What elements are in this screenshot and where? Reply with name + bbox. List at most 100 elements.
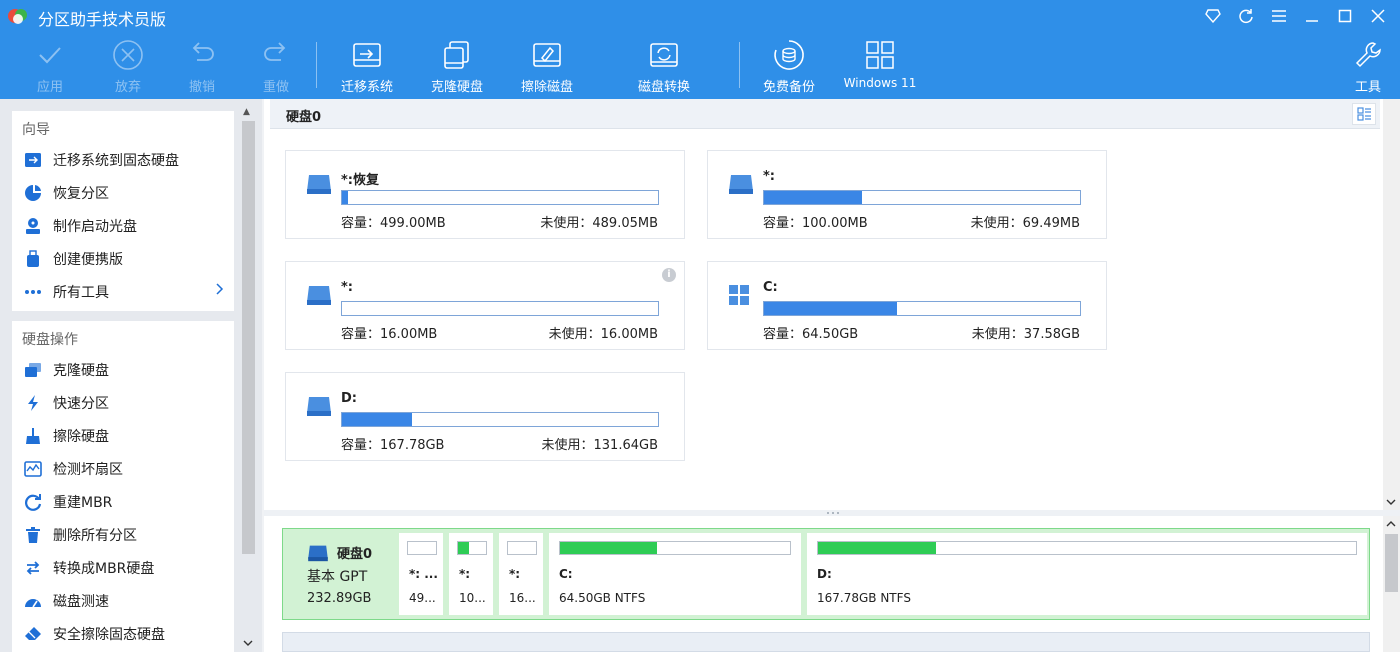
app-logo-icon [8,9,27,24]
sidebar-item-clone-disk[interactable]: 克隆硬盘 [12,353,234,386]
drive-icon [729,175,753,194]
scroll-up-arrow[interactable] [1386,520,1396,528]
lightning-icon [24,394,42,412]
chevron-right-icon [216,283,224,299]
sidebar-item-all-tools[interactable]: 所有工具 [12,275,234,308]
sidebar-item-delete-all-partitions[interactable]: 删除所有分区 [12,518,234,551]
usage-bar [407,541,437,555]
speedometer-icon [24,592,42,610]
disk-info: 硬盘0 基本 GPT 232.89GB [283,529,395,619]
convert-disk-icon [650,43,678,67]
sidebar-item-secure-erase-ssd[interactable]: 安全擦除固态硬盘 [12,617,234,650]
boot-disc-icon [24,217,42,235]
eraser-icon [24,625,42,643]
pie-recover-icon [24,184,42,202]
usb-drive-icon [24,249,42,268]
disk-convert-button[interactable]: 磁盘转换 [628,38,700,96]
sidebar-scrollbar[interactable]: ▲ [240,107,257,652]
menu-icon[interactable] [1262,4,1295,28]
apply-button[interactable]: 应用 [14,38,86,96]
app-title: 分区助手技术员版 [38,10,167,29]
main-scrollbar[interactable] [1383,99,1400,510]
close-button[interactable] [1361,4,1394,28]
scroll-thumb[interactable] [1385,534,1398,592]
rebuild-icon [24,493,42,511]
windows11-button[interactable]: Windows 11 [840,38,920,96]
partition-card[interactable]: i *: 容量：16.00MB 未使用：16.00MB [285,261,685,350]
usage-bar [341,412,659,427]
sidebar-item-convert-mbr[interactable]: 转换成MBR硬盘 [12,551,234,584]
migrate-system-button[interactable]: 迁移系统 [331,38,403,96]
toolbar: 应用 放弃 撤销 重做 迁移系统 克隆硬盘 擦除磁盘 磁盘转换 免费备份 Win… [0,32,1400,99]
diamond-icon[interactable] [1196,4,1229,28]
partition-block[interactable]: *: 10... [449,533,493,615]
partition-card[interactable]: D: 容量：167.78GB 未使用：131.64GB [285,372,685,461]
disk-ops-title: 硬盘操作 [22,332,78,348]
partition-block-c[interactable]: C: 64.50GB NTFS [549,533,801,615]
backup-icon [774,40,804,70]
list-view-icon [1357,107,1371,121]
window-controls [1196,4,1394,28]
toolbar-separator [316,42,317,88]
tools-button[interactable]: 工具 [1332,38,1400,96]
usage-bar [341,190,659,205]
refresh-icon[interactable] [1229,4,1262,28]
partition-block[interactable]: *: 16... [499,533,543,615]
drive-icon [307,286,331,305]
usage-bar [341,301,659,316]
free-backup-button[interactable]: 免费备份 [753,38,825,96]
sidebar-item-quick-partition[interactable]: 快速分区 [12,386,234,419]
scroll-thumb[interactable] [242,121,255,554]
wipe-disk-icon [533,43,561,67]
discard-button[interactable]: 放弃 [92,38,164,96]
disk-map-row[interactable]: 硬盘0 基本 GPT 232.89GB *: ... 49... *: 10..… [282,528,1370,620]
windows-logo-icon [729,285,749,305]
scroll-up-arrow[interactable]: ▲ [243,107,250,117]
more-dots-icon [24,283,42,301]
sidebar-item-migrate-ssd[interactable]: 迁移系统到固态硬盘 [12,143,234,176]
wrench-icon [1355,42,1381,68]
view-toggle-button[interactable] [1352,103,1376,125]
partition-block[interactable]: *: ... 49... [399,533,443,615]
maximize-button[interactable] [1328,4,1361,28]
partition-card[interactable]: C: 容量：64.50GB 未使用：37.58GB [707,261,1107,350]
undo-icon [192,42,214,61]
partition-card[interactable]: *:恢复 容量：499.00MB 未使用：489.05MB [285,150,685,239]
sidebar-item-boot-disc[interactable]: 制作启动光盘 [12,209,234,242]
sidebar-item-wipe-disk[interactable]: 擦除硬盘 [12,419,234,452]
toolbar-separator [739,42,740,88]
broom-icon [24,427,42,445]
title-bar: 分区助手技术员版 [0,0,1400,32]
clone-disk-icon [24,361,42,379]
clone-disk-button[interactable]: 克隆硬盘 [421,38,493,96]
sidebar-item-portable[interactable]: 创建便携版 [12,242,234,275]
wizard-panel: 向导 迁移系统到固态硬盘 恢复分区 制作启动光盘 创建便携版 所有工具 [12,111,234,311]
sidebar-item-recover-partition[interactable]: 恢复分区 [12,176,234,209]
clone-disk-icon [444,41,469,69]
sidebar-item-bad-sector[interactable]: 检测坏扇区 [12,452,234,485]
disk-map-row-next[interactable] [282,632,1370,652]
top-bar: 分区助手技术员版 应用 放弃 撤销 重做 迁移系统 克隆硬盘 擦除磁盘 磁盘转换… [0,0,1400,99]
disk-map-scrollbar[interactable] [1383,516,1400,652]
sidebar: 向导 迁移系统到固态硬盘 恢复分区 制作启动光盘 创建便携版 所有工具 硬盘操作… [0,99,262,652]
migrate-disk-icon [353,43,381,67]
partition-card[interactable]: *: 容量：100.00MB 未使用：69.49MB [707,150,1107,239]
wipe-disk-button[interactable]: 擦除磁盘 [511,38,583,96]
scroll-down-arrow[interactable] [243,639,253,650]
redo-button[interactable]: 重做 [240,38,312,96]
wizard-title: 向导 [22,122,50,138]
sidebar-item-rebuild-mbr[interactable]: 重建MBR [12,485,234,518]
minimize-button[interactable] [1295,4,1328,28]
convert-arrows-icon [24,559,42,577]
partition-block-d[interactable]: D: 167.78GB NTFS [807,533,1367,615]
sidebar-item-disk-speed[interactable]: 磁盘测速 [12,584,234,617]
windows-grid-icon [866,41,894,69]
info-icon[interactable]: i [662,268,676,282]
partition-cards-area: 硬盘0 *:恢复 容量：499.00MB 未使用：489.05MB *: 容量：… [264,99,1400,510]
undo-button[interactable]: 撤销 [166,38,238,96]
usage-bar [457,541,487,555]
migrate-disk-icon [24,151,42,169]
scroll-down-arrow[interactable] [1386,498,1396,506]
check-icon [39,47,61,64]
usage-bar [817,541,1357,555]
